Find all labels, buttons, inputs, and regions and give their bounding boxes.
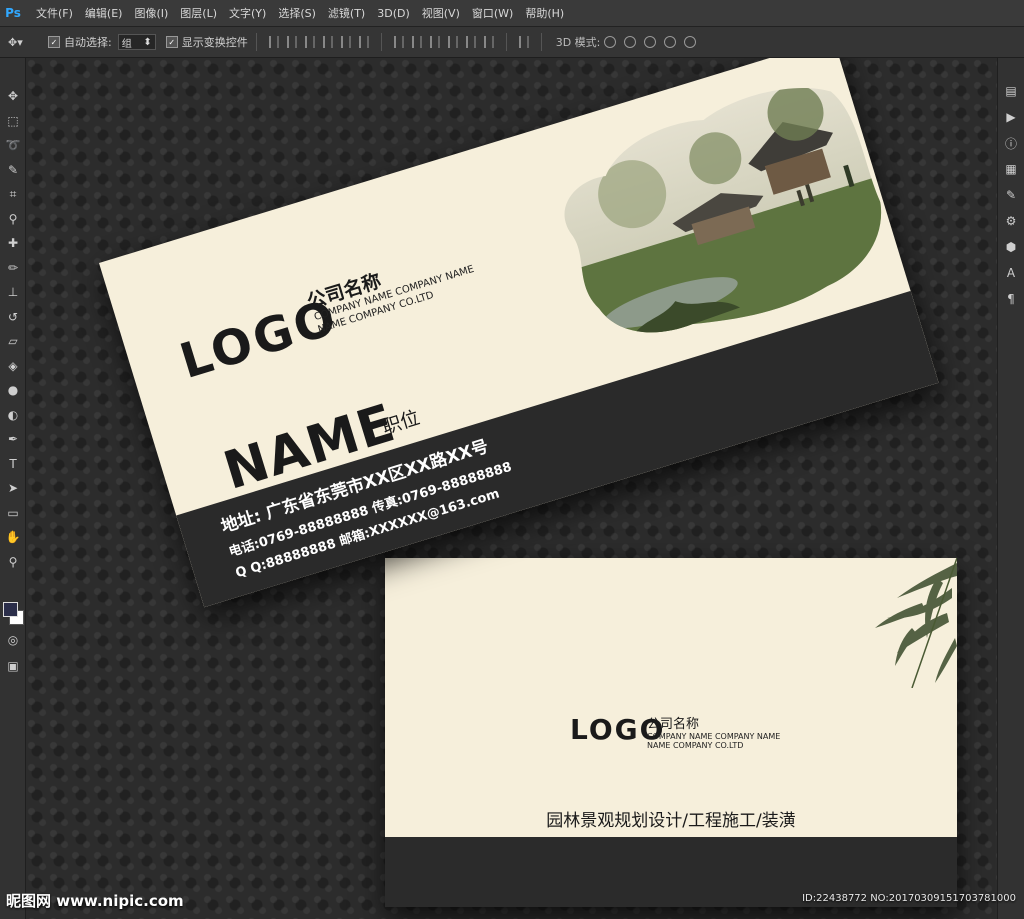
menu-view[interactable]: 视图(V) xyxy=(416,5,466,21)
3d-panel-icon[interactable]: ⬢ xyxy=(998,234,1024,260)
right-panel-dock: ▤ ▶ ⓘ ▦ ✎ ⚙ ⬢ A ¶ xyxy=(997,58,1024,919)
back-company-name: 公司名称 xyxy=(647,717,700,732)
show-transform-checkbox[interactable]: ✓ xyxy=(165,36,178,48)
back-company-en-2: NAME COMPANY CO.LTD xyxy=(647,741,744,750)
swatches-panel-icon[interactable]: ▦ xyxy=(998,156,1024,182)
type-tool-icon[interactable]: T xyxy=(0,452,26,477)
move-tool-icon[interactable]: ✥ xyxy=(0,84,26,109)
move-tool-preset-icon[interactable]: ✥▾ xyxy=(8,36,38,49)
character-panel-icon[interactable]: A xyxy=(998,260,1024,286)
photoshop-logo[interactable]: Ps xyxy=(4,4,22,22)
align-left-icon[interactable] xyxy=(322,36,333,48)
show-transform-label: 显示变换控件 xyxy=(181,36,248,49)
distribute-left-icon[interactable] xyxy=(447,36,458,48)
3d-roll-icon[interactable] xyxy=(624,36,637,48)
options-bar: ✥▾ ✓ 自动选择: 组 ⬍ ✓ 显示变换控件 3D 模式: xyxy=(0,26,1024,58)
menu-help[interactable]: 帮助(H) xyxy=(519,5,570,21)
eyedropper-tool-icon[interactable]: ⚲ xyxy=(0,207,26,232)
healing-brush-tool-icon[interactable]: ✚ xyxy=(0,231,26,256)
divider xyxy=(540,33,542,51)
business-card-front: LOGO 公司名称 COMPANY NAME COMPANY NAME NAME… xyxy=(99,58,939,608)
dodge-tool-icon[interactable]: ◐ xyxy=(0,403,26,428)
info-panel-icon[interactable]: ⓘ xyxy=(998,130,1024,156)
3d-slide-icon[interactable] xyxy=(664,36,677,48)
business-card-back: LOGO 公司名称 COMPANY NAME COMPANY NAME NAME… xyxy=(385,558,957,907)
document-canvas[interactable]: LOGO 公司名称 COMPANY NAME COMPANY NAME NAME… xyxy=(26,58,997,919)
distribute-hcenter-icon[interactable] xyxy=(465,36,476,48)
auto-select-value: 组 xyxy=(121,38,132,50)
lasso-tool-icon[interactable]: ➰ xyxy=(0,133,26,158)
history-panel-icon[interactable]: ▤ xyxy=(998,78,1024,104)
back-services: 园林景观规划设计/工程施工/装潢 xyxy=(546,811,796,831)
marquee-tool-icon[interactable]: ⬚ xyxy=(0,109,26,134)
menu-edit[interactable]: 编辑(E) xyxy=(79,5,129,21)
chevron-down-icon: ⬍ xyxy=(143,36,152,48)
divider xyxy=(255,33,257,51)
distribute-vcenter-icon[interactable] xyxy=(411,36,422,48)
crop-tool-icon[interactable]: ⌗ xyxy=(0,182,26,207)
auto-select-label: 自动选择: xyxy=(64,36,112,49)
path-select-tool-icon[interactable]: ➤ xyxy=(0,476,26,501)
actions-panel-icon[interactable]: ▶ xyxy=(998,104,1024,130)
auto-select-checkbox[interactable]: ✓ xyxy=(48,36,60,48)
align-bottom-icon[interactable] xyxy=(304,36,315,48)
watermark-site: 昵图网 www.nipic.com xyxy=(6,892,184,910)
back-company-en-1: COMPANY NAME COMPANY NAME xyxy=(647,732,781,741)
menu-type[interactable]: 文字(Y) xyxy=(223,5,272,21)
align-right-icon[interactable] xyxy=(358,36,369,48)
eraser-tool-icon[interactable]: ▱ xyxy=(0,329,26,354)
align-hcenter-icon[interactable] xyxy=(340,36,351,48)
paint-bucket-tool-icon[interactable]: ◈ xyxy=(0,354,26,379)
adjustments-panel-icon[interactable]: ⚙ xyxy=(998,208,1024,234)
pen-tool-icon[interactable]: ✒ xyxy=(0,427,26,452)
clone-stamp-tool-icon[interactable]: ⊥ xyxy=(0,280,26,305)
bamboo-leaves-icon xyxy=(875,558,957,688)
menu-select[interactable]: 选择(S) xyxy=(272,5,322,21)
quick-select-tool-icon[interactable]: ✎ xyxy=(0,158,26,183)
foreground-color-swatch[interactable] xyxy=(3,602,18,617)
history-brush-tool-icon[interactable]: ↺ xyxy=(0,305,26,330)
brush-tool-icon[interactable]: ✏ xyxy=(0,256,26,281)
menu-layer[interactable]: 图层(L) xyxy=(174,5,223,21)
menu-file[interactable]: 文件(F) xyxy=(30,5,79,21)
quick-mask-icon[interactable]: ◎ xyxy=(0,628,26,653)
menu-image[interactable]: 图像(I) xyxy=(128,5,174,21)
auto-select-dropdown[interactable]: 组 ⬍ xyxy=(117,34,156,50)
align-vcenter-icon[interactable] xyxy=(286,36,297,48)
rectangle-tool-icon[interactable]: ▭ xyxy=(0,501,26,526)
align-top-icon[interactable] xyxy=(268,36,279,48)
3d-drag-icon[interactable] xyxy=(644,36,657,48)
tools-panel: ✥ ⬚ ➰ ✎ ⌗ ⚲ ✚ ✏ ⊥ ↺ ▱ ◈ ● ◐ ✒ T ➤ ▭ ✋ ⚲ … xyxy=(0,58,26,919)
3d-orbit-icon[interactable] xyxy=(604,36,617,48)
zoom-tool-icon[interactable]: ⚲ xyxy=(0,550,26,575)
hand-tool-icon[interactable]: ✋ xyxy=(0,525,26,550)
divider xyxy=(380,33,382,51)
menu-3d[interactable]: 3D(D) xyxy=(371,7,416,20)
distribute-top-icon[interactable] xyxy=(393,36,404,48)
blur-tool-icon[interactable]: ● xyxy=(0,378,26,403)
distribute-right-icon[interactable] xyxy=(483,36,494,48)
auto-align-icon[interactable] xyxy=(518,36,529,48)
3d-scale-icon[interactable] xyxy=(684,36,697,48)
menu-bar: Ps 文件(F) 编辑(E) 图像(I) 图层(L) 文字(Y) 选择(S) 滤… xyxy=(0,0,1024,26)
menu-filter[interactable]: 滤镜(T) xyxy=(322,5,371,21)
divider xyxy=(505,33,507,51)
distribute-bottom-icon[interactable] xyxy=(429,36,440,48)
screen-mode-icon[interactable]: ▣ xyxy=(0,654,26,679)
paragraph-panel-icon[interactable]: ¶ xyxy=(998,286,1024,312)
watermark-id: ID:22438772 NO:20170309151703781000 xyxy=(802,893,1016,904)
brush-panel-icon[interactable]: ✎ xyxy=(998,182,1024,208)
menu-window[interactable]: 窗口(W) xyxy=(466,5,519,21)
3d-mode-label: 3D 模式: xyxy=(555,36,601,49)
